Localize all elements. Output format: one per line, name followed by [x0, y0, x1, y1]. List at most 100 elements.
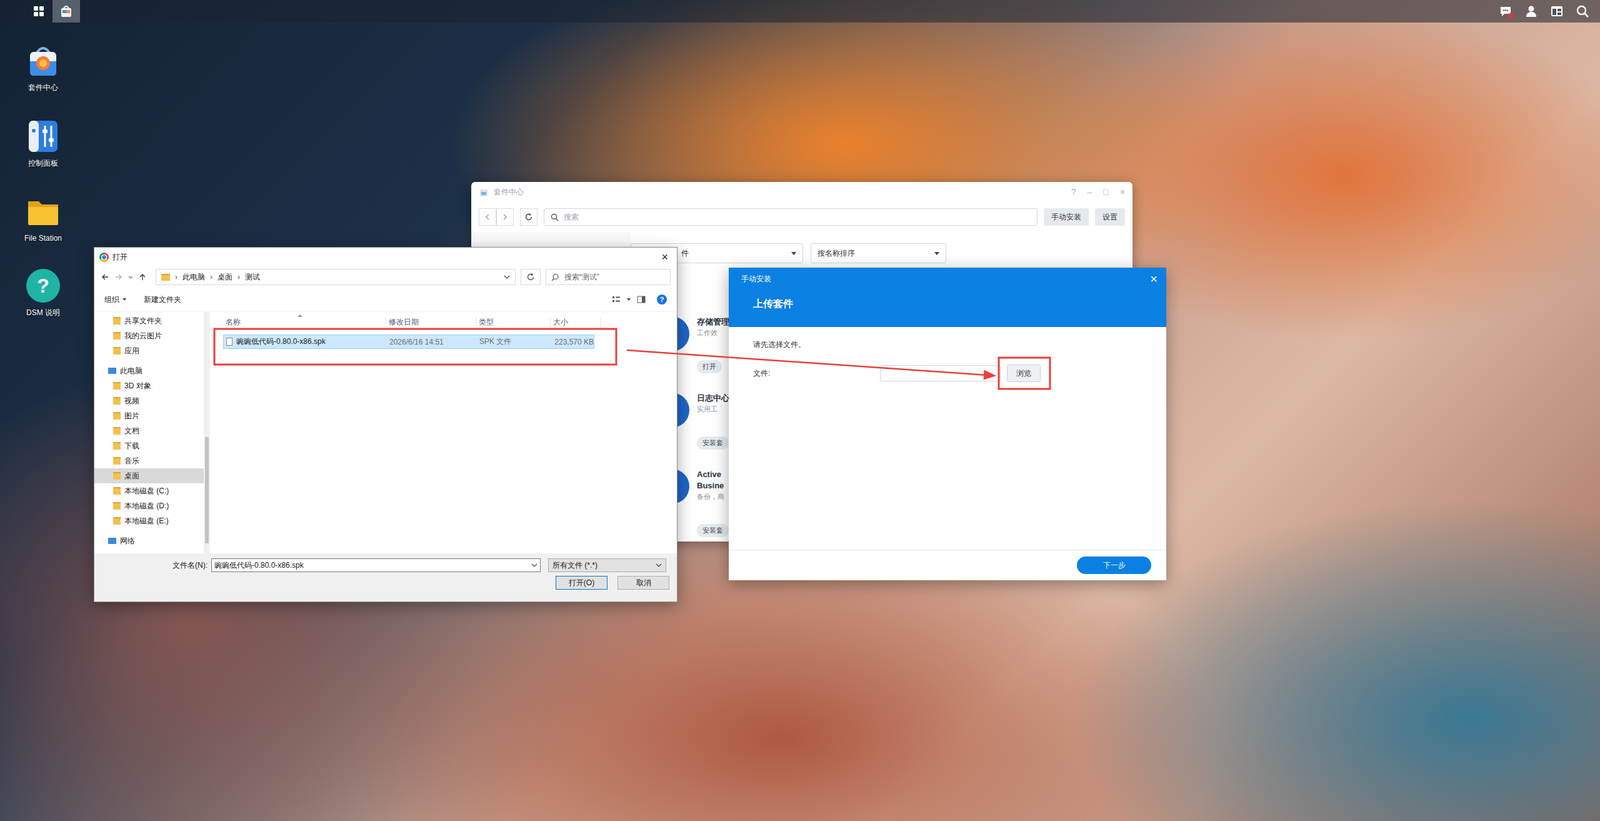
title-bar: 打开× — [94, 247, 677, 267]
column-header[interactable]: 大小 — [550, 316, 601, 328]
nav-item[interactable]: 视频 — [94, 393, 204, 409]
dialog-footer: 文件名(N):豌豌低代码-0.80.0-x86.spk所有文件 (*.*)打开(… — [94, 553, 677, 602]
filename-field[interactable]: 豌豌低代码-0.80.0-x86.spk — [211, 558, 541, 572]
widgets-button[interactable] — [1549, 3, 1565, 19]
nav-item[interactable]: 3D 对象 — [94, 378, 204, 394]
nav-item[interactable]: 共享文件夹 — [94, 313, 204, 329]
step-heading: 上传套件 — [753, 297, 1158, 311]
view-icon[interactable] — [611, 295, 621, 304]
nav-item[interactable]: 桌面 — [94, 468, 204, 484]
close-button[interactable]: × — [657, 250, 672, 264]
desktop-shortcut[interactable]: ?DSM 说明 — [8, 267, 78, 319]
window-title: 套件中心 — [493, 186, 524, 198]
back-arrow-icon[interactable] — [100, 272, 110, 282]
forward-arrow-icon — [501, 213, 509, 220]
scrollbar-thumb[interactable] — [205, 436, 209, 544]
nav-item[interactable]: 此电脑 — [94, 363, 204, 379]
search-icon — [551, 273, 560, 282]
package-action-button[interactable]: 安装套 — [696, 523, 729, 537]
refresh-button[interactable] — [520, 268, 541, 285]
nav-item[interactable]: 音乐 — [94, 453, 204, 469]
nav-item-icon — [113, 396, 121, 405]
column-header[interactable]: 名称 — [223, 316, 387, 328]
window-control-button[interactable]: – — [1087, 186, 1093, 197]
folder-icon — [161, 273, 170, 281]
file-list: 名称修改日期类型大小豌豌低代码-0.80.0-x86.spk2026/6/16 … — [210, 311, 677, 554]
nav-item-icon — [113, 381, 121, 390]
file-input[interactable] — [880, 365, 1001, 382]
refresh-button[interactable] — [520, 208, 538, 226]
back-button[interactable] — [478, 208, 497, 226]
nav-item-icon — [113, 331, 121, 340]
user-icon — [1524, 4, 1539, 19]
nav-item[interactable]: 本地磁盘 (E:) — [94, 513, 204, 529]
column-header-row: 名称修改日期类型大小 — [210, 314, 677, 330]
taskbar-app-button[interactable] — [52, 0, 80, 23]
search-field[interactable]: 搜索“测试” — [545, 268, 671, 285]
toolbar-button[interactable]: 设置 — [1095, 208, 1125, 226]
file-type: SPK 文件 — [476, 336, 552, 347]
column-header[interactable]: 类型 — [476, 316, 551, 328]
window-control-button[interactable]: × — [1120, 186, 1125, 197]
search-field[interactable]: 搜索 — [543, 208, 1038, 226]
desktop-shortcut[interactable]: 套件中心 — [8, 42, 78, 94]
package-action-button[interactable]: 安装套 — [696, 436, 729, 450]
file-type-dropdown[interactable]: 所有文件 (*.*) — [548, 558, 667, 572]
nav-item[interactable]: 本地磁盘 (C:) — [94, 483, 204, 499]
filter-dropdown[interactable]: 按名称排序 — [810, 243, 947, 264]
browse-button[interactable]: 浏览 — [1006, 364, 1041, 382]
desktop-label: 控制面板 — [28, 158, 59, 169]
dropdown-caret-icon[interactable] — [503, 273, 510, 280]
search-button[interactable] — [1575, 3, 1590, 19]
nav-item[interactable]: 网络 — [94, 533, 204, 549]
desktop-shortcut[interactable]: File Station — [8, 193, 78, 243]
window-control-button[interactable]: ? — [1071, 186, 1077, 197]
desktop-label: 套件中心 — [28, 82, 59, 94]
user-button[interactable] — [1523, 3, 1539, 19]
file-row[interactable]: 豌豌低代码-0.80.0-x86.spk2026/6/16 14:51SPK 文… — [223, 334, 595, 349]
forward-button[interactable] — [496, 208, 514, 226]
nav-item[interactable]: 我的云图片 — [94, 328, 204, 344]
open-file-dialog: 打开×›此电脑›桌面›测试搜索“测试”组织新建文件夹?共享文件夹我的云图片应用此… — [93, 246, 678, 602]
dialog-button[interactable]: 打开(O) — [555, 575, 608, 590]
desktop-shortcut[interactable]: 控制面板 — [8, 118, 78, 169]
close-button[interactable]: × — [1150, 272, 1158, 285]
breadcrumb-item[interactable]: 测试 — [245, 271, 260, 283]
navigation-pane: 共享文件夹我的云图片应用此电脑3D 对象视频图片文档下载音乐桌面本地磁盘 (C:… — [94, 311, 210, 554]
preview-pane-icon[interactable] — [636, 295, 646, 304]
main-menu-button[interactable] — [25, 0, 53, 23]
nav-item-icon — [108, 367, 117, 374]
toolbar-button[interactable]: 组织 — [104, 294, 127, 305]
arrow-head-icon — [983, 370, 997, 380]
history-caret-icon[interactable] — [128, 272, 134, 282]
nav-item[interactable]: 应用 — [94, 343, 204, 359]
nav-item[interactable]: 文档 — [94, 423, 204, 439]
nav-item-icon — [113, 426, 121, 435]
next-button[interactable]: 下一步 — [1076, 556, 1152, 574]
dropdown-caret-icon — [122, 298, 127, 301]
refresh-icon — [524, 212, 534, 222]
window-control-button[interactable]: □ — [1103, 186, 1109, 197]
forward-arrow-icon[interactable] — [114, 272, 124, 282]
toolbar-button[interactable]: 新建文件夹 — [143, 294, 182, 305]
column-header[interactable]: 修改日期 — [386, 316, 477, 328]
nav-item[interactable]: 图片 — [94, 408, 204, 424]
notification-button[interactable] — [1498, 3, 1514, 19]
nav-item[interactable]: 下载 — [94, 438, 204, 454]
dropdown-caret-icon[interactable] — [626, 298, 631, 301]
package-category: 工作效 — [696, 327, 718, 338]
up-arrow-icon[interactable] — [138, 272, 147, 282]
nav-item[interactable]: 本地磁盘 (D:) — [94, 498, 204, 514]
package-action-button[interactable]: 打开 — [696, 360, 722, 374]
toolbar-button[interactable]: 手动安装 — [1043, 208, 1089, 226]
breadcrumb-bar[interactable]: ›此电脑›桌面›测试 — [155, 268, 516, 285]
scrollbar[interactable] — [203, 311, 210, 554]
breadcrumb-item[interactable]: 此电脑 — [182, 271, 205, 283]
package-center-icon — [478, 186, 489, 197]
breadcrumb-item[interactable]: 桌面 — [217, 271, 233, 283]
dialog-button[interactable]: 取消 — [617, 575, 670, 590]
dropdown-caret-icon — [791, 251, 797, 255]
package-name: Busine — [696, 480, 724, 492]
search-icon — [1575, 4, 1590, 19]
help-button[interactable]: ? — [656, 294, 667, 305]
